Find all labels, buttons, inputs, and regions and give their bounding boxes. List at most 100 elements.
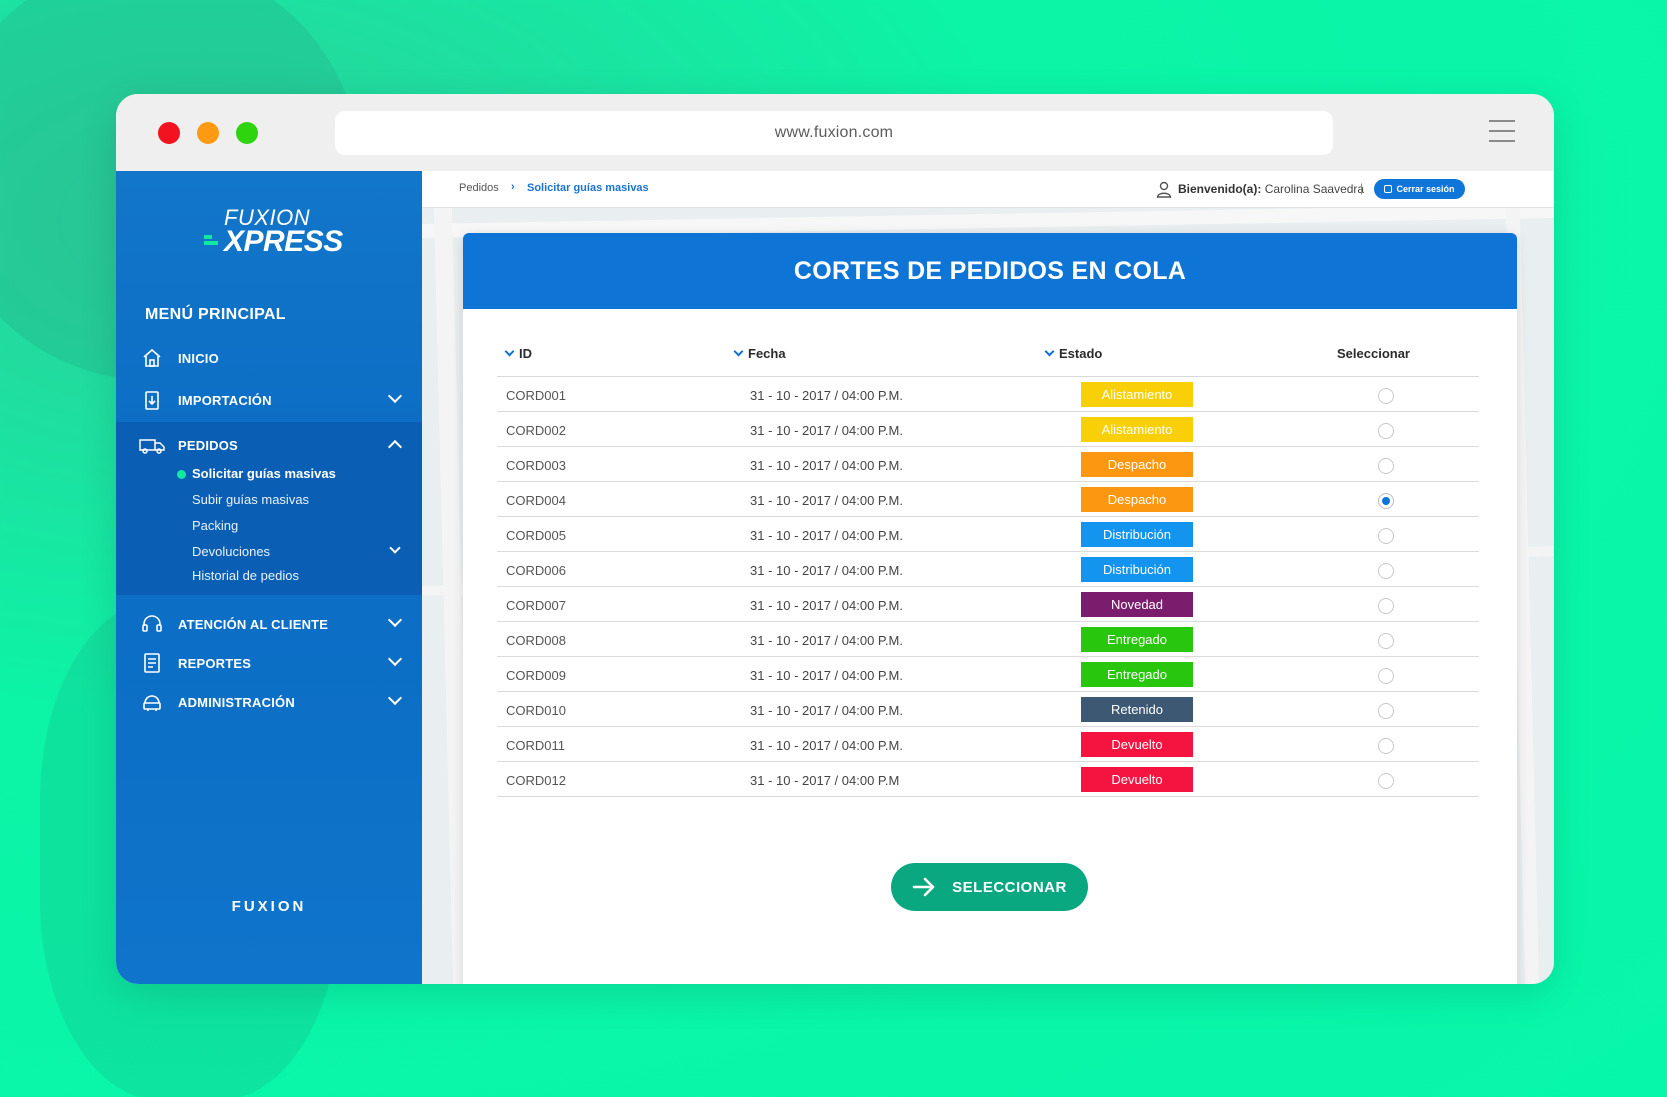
status-badge: Devuelto xyxy=(1081,732,1193,757)
maximize-window-button[interactable] xyxy=(236,122,258,144)
cell-id: CORD011 xyxy=(506,738,566,753)
separator: | xyxy=(1360,181,1364,195)
sidebar-item-label: ADMINISTRACIÓN xyxy=(178,694,295,710)
cell-fecha: 31 - 10 - 2017 / 04:00 P.M. xyxy=(750,493,903,508)
cell-id: CORD009 xyxy=(506,668,566,683)
cell-id: CORD004 xyxy=(506,493,566,508)
menu-title: MENÚ PRINCIPAL xyxy=(145,306,286,323)
select-radio[interactable] xyxy=(1378,528,1394,544)
sub-item-historial[interactable]: Historial de pedios xyxy=(192,568,299,583)
select-radio[interactable] xyxy=(1378,703,1394,719)
hamburger-menu-icon[interactable] xyxy=(1489,120,1515,142)
table-row[interactable]: CORD006 31 - 10 - 2017 / 04:00 P.M. Distri… xyxy=(497,552,1479,587)
card-title: CORTES DE PEDIDOS EN COLA xyxy=(463,233,1517,309)
table-row[interactable]: CORD009 31 - 10 - 2017 / 04:00 P.M. Entreg… xyxy=(497,657,1479,692)
address-bar[interactable]: www.fuxion.com xyxy=(335,111,1333,155)
pedidos-section: PEDIDOS Solicitar guías masivas Subir gu… xyxy=(116,422,422,595)
chevron-down-icon xyxy=(387,612,403,628)
welcome-text: Bienvenido(a): Carolina Saavedra xyxy=(1178,182,1364,196)
cell-fecha: 31 - 10 - 2017 / 04:00 P.M. xyxy=(750,738,903,753)
table-row[interactable]: CORD011 31 - 10 - 2017 / 04:00 P.M. Devuel… xyxy=(497,727,1479,762)
select-radio[interactable] xyxy=(1378,493,1394,509)
minimize-window-button[interactable] xyxy=(197,122,219,144)
sort-chevron-icon xyxy=(1044,346,1055,357)
cell-id: CORD012 xyxy=(506,773,566,788)
table-row[interactable]: CORD007 31 - 10 - 2017 / 04:00 P.M. Noveda… xyxy=(497,587,1479,622)
select-radio[interactable] xyxy=(1378,598,1394,614)
chevron-down-icon xyxy=(389,542,401,554)
select-radio[interactable] xyxy=(1378,458,1394,474)
logout-label: Cerrar sesión xyxy=(1396,184,1455,194)
report-icon xyxy=(144,653,160,673)
status-badge: Novedad xyxy=(1081,592,1193,617)
sidebar-item-label: IMPORTACIÓN xyxy=(178,392,272,408)
column-label: Seleccionar xyxy=(1337,346,1410,361)
column-header-seleccionar: Seleccionar xyxy=(1337,346,1410,361)
column-label: ID xyxy=(519,346,532,361)
column-header-id[interactable]: ID xyxy=(504,346,532,361)
footer-brand-logo: FUXION xyxy=(231,898,307,915)
column-label: Fecha xyxy=(748,346,786,361)
sidebar-item-pedidos[interactable]: PEDIDOS xyxy=(116,426,422,464)
orders-card: CORTES DE PEDIDOS EN COLA ID Fecha Estad… xyxy=(463,233,1517,984)
table-row[interactable]: CORD010 31 - 10 - 2017 / 04:00 P.M. Reteni… xyxy=(497,692,1479,727)
cell-id: CORD007 xyxy=(506,598,566,613)
table-row[interactable]: CORD005 31 - 10 - 2017 / 04:00 P.M. Distri… xyxy=(497,517,1479,552)
user-name: Carolina Saavedra xyxy=(1264,182,1365,196)
close-window-button[interactable] xyxy=(158,122,180,144)
active-indicator-icon xyxy=(177,470,186,479)
select-radio[interactable] xyxy=(1378,668,1394,684)
select-radio[interactable] xyxy=(1378,738,1394,754)
import-icon xyxy=(145,391,159,410)
select-radio[interactable] xyxy=(1378,633,1394,649)
button-label: SELECCIONAR xyxy=(952,878,1067,896)
cell-id: CORD008 xyxy=(506,633,566,648)
column-label: Estado xyxy=(1059,346,1103,361)
select-radio[interactable] xyxy=(1378,563,1394,579)
sidebar-item-label: ATENCIÓN AL CLIENTE xyxy=(178,616,329,632)
table-row[interactable]: CORD012 31 - 10 - 2017 / 04:00 P.M Devuelt… xyxy=(497,762,1479,797)
sidebar: FUXION XPRESS MENÚ PRINCIPAL INICIO IMPO… xyxy=(116,171,422,984)
cell-id: CORD001 xyxy=(506,388,566,403)
arrow-right-icon xyxy=(912,877,935,897)
fuxion-express-logo: FUXION XPRESS xyxy=(204,205,343,258)
sidebar-item-atencion[interactable]: ATENCIÓN AL CLIENTE xyxy=(116,605,422,643)
sidebar-item-reportes[interactable]: REPORTES xyxy=(116,644,422,682)
browser-window: www.fuxion.com FUXION XPRESS MENÚ PRINCI… xyxy=(116,94,1554,984)
status-badge: Alistamiento xyxy=(1081,417,1193,442)
chevron-up-icon xyxy=(387,439,403,455)
status-badge: Retenido xyxy=(1081,697,1193,722)
breadcrumb-pedidos[interactable]: Pedidos xyxy=(459,182,499,194)
sidebar-item-inicio[interactable]: INICIO xyxy=(116,339,422,377)
cell-fecha: 31 - 10 - 2017 / 04:00 P.M. xyxy=(750,423,903,438)
sidebar-item-label: PEDIDOS xyxy=(178,437,238,453)
select-radio[interactable] xyxy=(1378,773,1394,789)
table-row[interactable]: CORD004 31 - 10 - 2017 / 04:00 P.M. Despac… xyxy=(497,482,1479,517)
sidebar-item-administracion[interactable]: ADMINISTRACIÓN xyxy=(116,683,422,721)
sub-item-solicitar-guias[interactable]: Solicitar guías masivas xyxy=(192,466,336,481)
seleccionar-button[interactable]: SELECCIONAR xyxy=(891,863,1088,911)
cell-id: CORD005 xyxy=(506,528,566,543)
table-row[interactable]: CORD002 31 - 10 - 2017 / 04:00 P.M. Alista… xyxy=(497,412,1479,447)
cell-id: CORD010 xyxy=(506,703,566,718)
sidebar-item-importacion[interactable]: IMPORTACIÓN xyxy=(116,381,422,419)
column-header-estado[interactable]: Estado xyxy=(1044,346,1103,361)
breadcrumb-separator: › xyxy=(511,181,515,193)
select-radio[interactable] xyxy=(1378,423,1394,439)
chevron-down-icon xyxy=(387,388,403,404)
logout-button[interactable]: Cerrar sesión xyxy=(1374,179,1465,199)
sub-item-packing[interactable]: Packing xyxy=(192,518,238,533)
select-radio[interactable] xyxy=(1378,388,1394,404)
table-row[interactable]: CORD001 31 - 10 - 2017 / 04:00 P.M. Alista… xyxy=(497,377,1479,412)
sub-item-subir-guias[interactable]: Subir guías masivas xyxy=(192,492,309,507)
sidebar-item-label: INICIO xyxy=(178,350,219,366)
chevron-down-icon xyxy=(387,690,403,706)
table-row[interactable]: CORD008 31 - 10 - 2017 / 04:00 P.M. Entreg… xyxy=(497,622,1479,657)
sidebar-item-label: REPORTES xyxy=(178,655,252,671)
sub-item-devoluciones[interactable]: Devoluciones xyxy=(192,544,270,559)
column-header-fecha[interactable]: Fecha xyxy=(733,346,786,361)
table-row[interactable]: CORD003 31 - 10 - 2017 / 04:00 P.M. Despac… xyxy=(497,447,1479,482)
status-badge: Devuelto xyxy=(1081,767,1193,792)
welcome-label: Bienvenido(a): xyxy=(1178,182,1262,196)
status-badge: Alistamiento xyxy=(1081,382,1193,407)
